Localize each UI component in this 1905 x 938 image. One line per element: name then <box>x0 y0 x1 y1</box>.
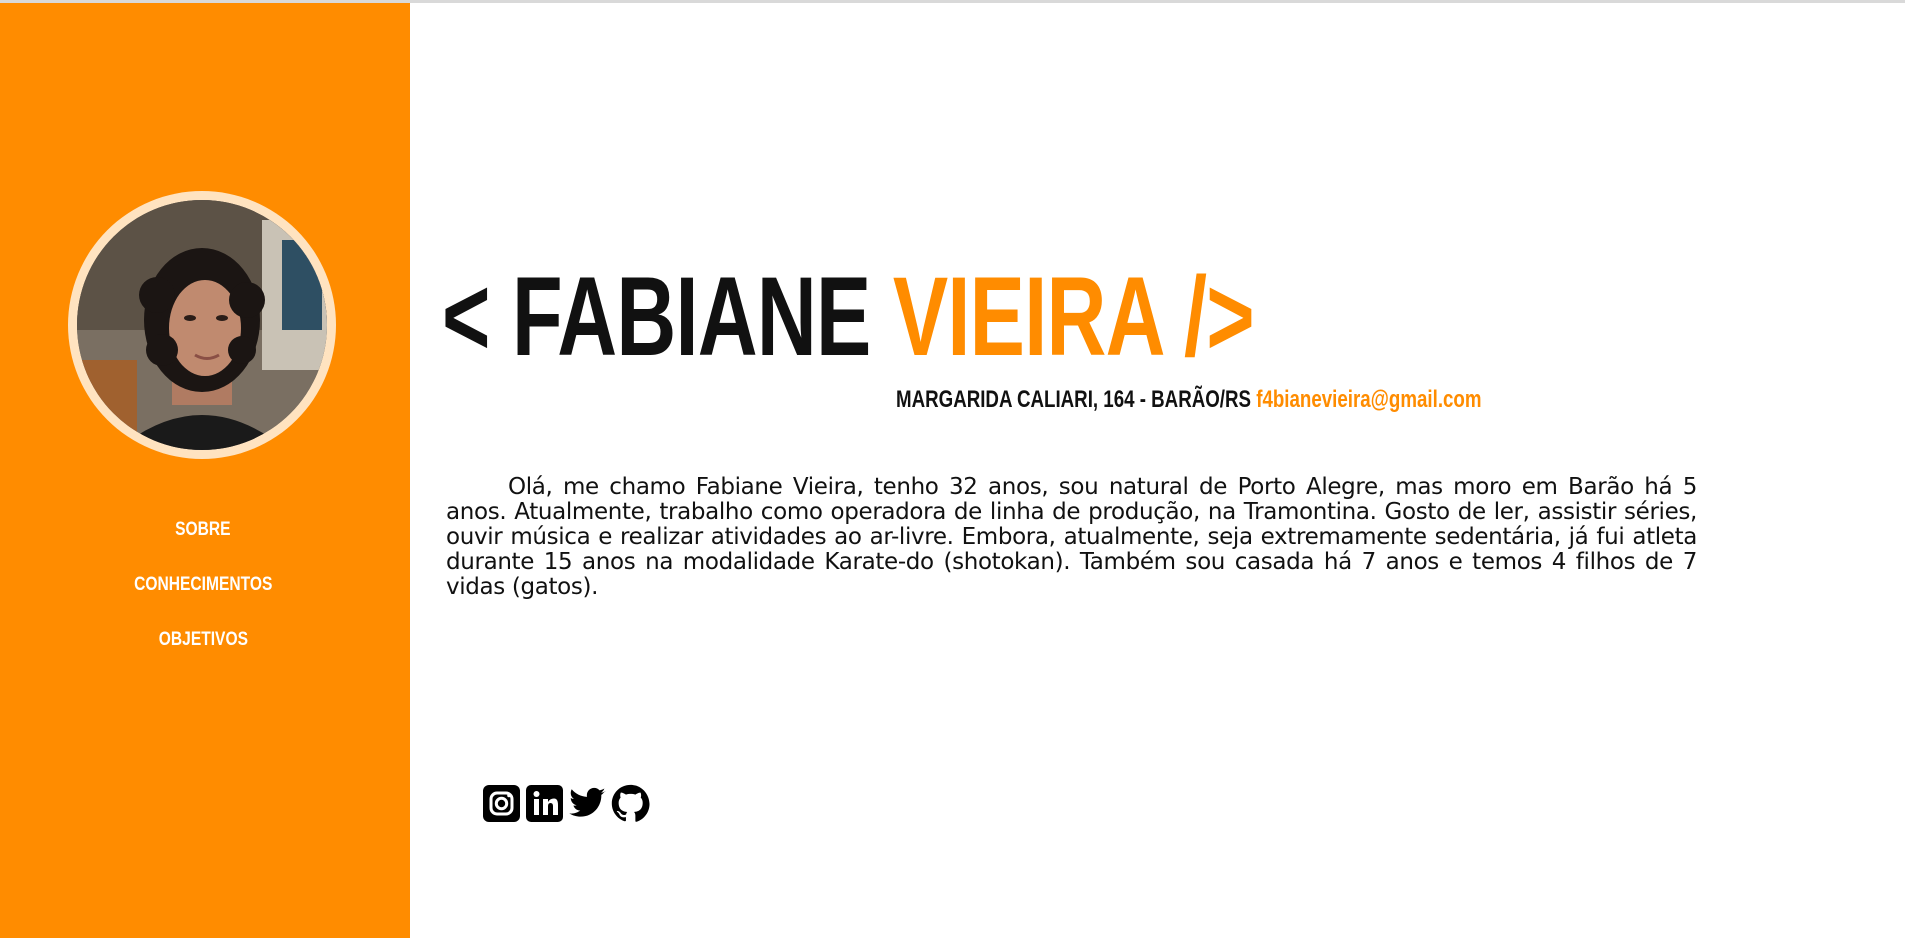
nav-link-conhecimentos[interactable]: CONHECIMENTOS <box>134 568 272 602</box>
social-links <box>482 784 650 823</box>
contact-line: MARGARIDA CALIARI, 164 - BARÃO/RS f4bian… <box>896 385 1482 415</box>
sidebar: SOBRE CONHECIMENTOS OBJETIVOS <box>0 3 410 938</box>
twitter-icon[interactable] <box>568 784 607 823</box>
email-link[interactable]: f4bianevieira@gmail.com <box>1256 386 1481 413</box>
nav-link-objetivos[interactable]: OBJETIVOS <box>158 623 247 657</box>
title-first-name: FABIANE <box>511 254 871 379</box>
nav-link-sobre[interactable]: SOBRE <box>175 513 230 547</box>
nav-item-sobre: SOBRE <box>0 513 406 568</box>
about-paragraph: Olá, me chamo Fabiane Vieira, tenho 32 a… <box>446 474 1697 600</box>
instagram-icon[interactable] <box>482 784 521 823</box>
title-open-bracket: < <box>442 254 512 379</box>
avatar <box>77 200 327 450</box>
title-close-bracket: /> <box>1183 254 1255 379</box>
github-icon[interactable] <box>611 784 650 823</box>
page-title: < FABIANE VIEIRA /> <box>442 261 1255 373</box>
nav-item-conhecimentos: CONHECIMENTOS <box>0 568 406 623</box>
avatar-frame <box>68 191 336 459</box>
title-last-name: VIEIRA <box>892 254 1163 379</box>
sidebar-nav: SOBRE CONHECIMENTOS OBJETIVOS <box>0 513 406 678</box>
address-text: MARGARIDA CALIARI, 164 - BARÃO/RS <box>896 386 1252 413</box>
linkedin-icon[interactable] <box>525 784 564 823</box>
nav-item-objetivos: OBJETIVOS <box>0 623 406 678</box>
